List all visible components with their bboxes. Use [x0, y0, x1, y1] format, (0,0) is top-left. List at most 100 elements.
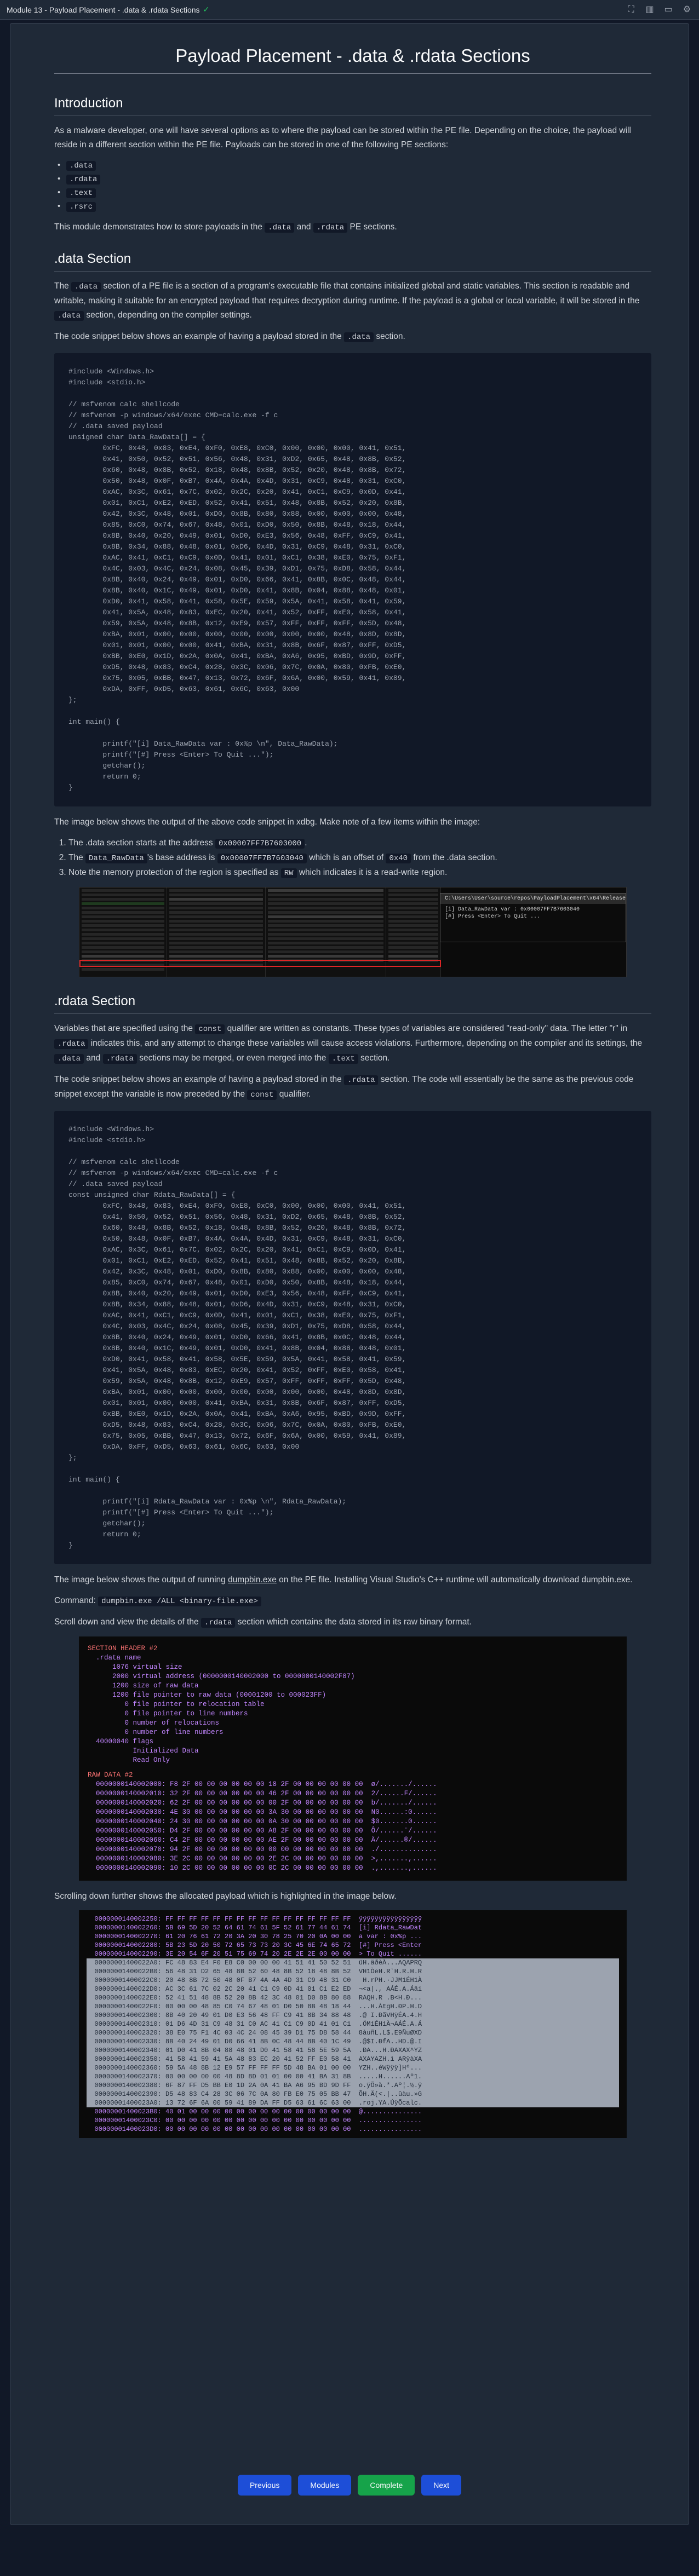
rdata-code-block[interactable]: #include <Windows.h> #include <stdio.h> …: [54, 1111, 651, 1564]
intro-section: Introduction As a malware developer, one…: [54, 96, 651, 235]
hex-row: 0000000140002250: FF FF FF FF FF FF FF F…: [87, 1915, 422, 1923]
hex-row-selected: 00000001400023A0: 13 72 6F 6A 00 59 41 8…: [87, 2099, 422, 2107]
hex-row-selected: 0000000140002340: 01 D0 41 8B 04 88 48 0…: [87, 2047, 422, 2054]
xdbg-paragraph: The image below shows the output of the …: [54, 817, 480, 827]
raw-data-row: 0000000140002060: C4 2F 00 00 00 00 00 0…: [88, 1836, 437, 1844]
section-header-title: SECTION HEADER #2: [88, 1645, 158, 1652]
dumpbin-line: 0 file pointer to relocation table: [88, 1701, 265, 1708]
console-line: [i] Data_RawData var : 0x00007FF7B760304…: [445, 907, 580, 913]
console-line: [#] Press <Enter> To Quit ...: [445, 914, 541, 920]
list-item: The Data_RawData's base address is 0x000…: [68, 851, 651, 866]
window-title: Module 13 - Payload Placement - .data & …: [7, 5, 209, 14]
data-section: .data Section The .data section of a PE …: [54, 251, 651, 977]
rdata-section-paragraph: Variables that are specified using the c…: [54, 1024, 643, 1064]
dumpbin-paragraph: The image below shows the output of runn…: [54, 1575, 633, 1584]
raw-data-row: 0000000140002090: 10 2C 00 00 00 00 00 0…: [88, 1864, 437, 1872]
list-item: .rdata: [54, 172, 651, 186]
raw-data-row: 0000000140002000: F8 2F 00 00 00 00 00 0…: [88, 1780, 437, 1788]
data-code-block[interactable]: #include <Windows.h> #include <stdio.h> …: [54, 353, 651, 806]
modules-button[interactable]: Modules: [298, 2475, 352, 2496]
xdbg-screenshot: C:\Users\User\source\repos\PayloadPlacem…: [79, 887, 627, 977]
dumpbin-line: 0 number of relocations: [88, 1719, 220, 1727]
raw-data-row: 0000000140002050: D4 2F 00 00 00 00 00 0…: [88, 1827, 437, 1835]
hex-row: 0000000140002280: 5B 23 5D 20 50 72 65 7…: [87, 1941, 422, 1949]
rdata-section: .rdata Section Variables that are specif…: [54, 994, 651, 2138]
section-name-code: .rdata: [66, 175, 101, 185]
dumpbin-line: 0 number of line numbers: [88, 1728, 224, 1736]
dumpbin-line: 1200 file pointer to raw data (00001200 …: [88, 1691, 326, 1699]
payload-paragraph: Scrolling down further shows the allocat…: [54, 1892, 397, 1901]
xdbg-notes-list: The .data section starts at the address …: [68, 836, 651, 880]
dumpbin-line: 1200 size of raw data: [88, 1682, 199, 1690]
hexdump-output: 0000000140002250: FF FF FF FF FF FF FF F…: [79, 1910, 627, 2138]
intro-paragraph: As a malware developer, one will have se…: [54, 126, 631, 149]
dumpbin-command: dumpbin.exe /ALL <binary-file.exe>: [98, 1597, 261, 1606]
pe-section-list: .data .rdata .text .rsrc: [54, 159, 651, 214]
intro-summary: This module demonstrates how to store pa…: [54, 222, 397, 233]
hex-row-selected: 0000000140002360: 59 5A 48 8B 12 E9 57 F…: [87, 2064, 422, 2072]
title-bar-actions: ⛶ ▥ ▭ ⚙: [626, 4, 692, 15]
hex-row: 00000001400023C0: 00 00 00 00 00 00 00 0…: [87, 2117, 422, 2124]
hex-row: 0000000140002290: 3E 20 54 6F 20 51 75 6…: [87, 1950, 422, 1958]
section-name-code: .rsrc: [66, 202, 96, 212]
command-line: Command: dumpbin.exe /ALL <binary-file.e…: [54, 1594, 651, 1609]
settings-icon[interactable]: ⚙: [681, 4, 692, 15]
hex-row-selected: 0000000140002330: 8B 40 24 49 01 D0 66 4…: [87, 2038, 422, 2045]
rdata-section-heading: .rdata Section: [54, 994, 651, 1014]
console-title: C:\Users\User\source\repos\PayloadPlacem…: [440, 894, 626, 904]
module-content: Payload Placement - .data & .rdata Secti…: [10, 24, 690, 2138]
raw-data-row: 0000000140002040: 24 30 00 00 00 00 00 0…: [88, 1818, 437, 1825]
raw-data-row: 0000000140002020: 62 2F 00 00 00 00 00 0…: [88, 1799, 437, 1807]
dumpbin-link[interactable]: dumpbin.exe: [228, 1575, 277, 1584]
previous-button[interactable]: Previous: [237, 2475, 292, 2496]
data-section-highlight: [79, 960, 441, 967]
hex-row: 00000001400023B0: 40 01 00 00 00 00 00 0…: [87, 2108, 422, 2116]
dumpbin-line: Read Only: [88, 1756, 170, 1764]
hex-row-selected: 0000000140002310: 01 D6 4D 31 C9 48 31 C…: [87, 2020, 422, 2028]
hex-row-selected: 00000001400022B0: 56 48 31 D2 65 48 8B 5…: [87, 1968, 422, 1975]
data-section-snippet-intro: The code snippet below shows an example …: [54, 332, 405, 342]
hex-row-selected: 00000001400022A0: FC 48 83 E4 F0 E8 C0 0…: [87, 1959, 422, 1967]
section-name-code: .data: [66, 161, 96, 171]
scroll-paragraph: Scroll down and view the details of the …: [54, 1617, 472, 1628]
section-name-code: .text: [66, 188, 96, 198]
raw-data-title: RAW DATA #2: [88, 1771, 133, 1779]
dumpbin-line: 2000 virtual address (0000000140002000 t…: [88, 1673, 355, 1680]
rdata-snippet-intro: The code snippet below shows an example …: [54, 1075, 634, 1100]
hex-row-selected: 0000000140002350: 41 58 41 59 41 5A 48 8…: [87, 2055, 422, 2063]
raw-data-row: 0000000140002030: 4E 30 00 00 00 00 00 0…: [88, 1808, 437, 1816]
list-item: .rsrc: [54, 200, 651, 214]
list-item: The .data section starts at the address …: [68, 836, 651, 851]
dumpbin-line: .rdata name: [88, 1654, 141, 1662]
intro-heading: Introduction: [54, 96, 651, 116]
completed-check-icon: ✓: [203, 5, 210, 14]
module-frame: Payload Placement - .data & .rdata Secti…: [10, 23, 689, 2525]
list-item: .text: [54, 186, 651, 200]
minimize-panel-icon[interactable]: ▭: [663, 4, 674, 15]
hex-row-selected: 00000001400022C0: 20 48 8B 72 50 48 0F B…: [87, 1976, 422, 1984]
title-bar: Module 13 - Payload Placement - .data & …: [0, 0, 699, 20]
complete-button[interactable]: Complete: [358, 2475, 415, 2496]
hex-row: 0000000140002270: 61 20 76 61 72 20 3A 2…: [87, 1933, 422, 1940]
split-view-icon[interactable]: ▥: [644, 4, 655, 15]
raw-data-row: 0000000140002080: 3E 2C 00 00 00 00 00 0…: [88, 1855, 437, 1863]
dumpbin-line: 40000040 flags: [88, 1738, 154, 1745]
dumpbin-output: SECTION HEADER #2 .rdata name 1076 virtu…: [79, 1636, 627, 1881]
payload-highlight: 00000001400022A0: FC 48 83 E4 F0 E8 C0 0…: [87, 1958, 619, 2107]
hex-row-selected: 0000000140002370: 00 00 00 00 00 48 8D 8…: [87, 2073, 422, 2081]
data-section-paragraph: The .data section of a PE file is a sect…: [54, 281, 640, 321]
hex-row: 0000000140002260: 5B 69 5D 20 52 64 61 7…: [87, 1924, 422, 1932]
data-section-heading: .data Section: [54, 251, 651, 272]
raw-data-row: 0000000140002010: 32 2F 00 00 00 00 00 0…: [88, 1790, 437, 1797]
module-navigation: Previous Modules Complete Next: [0, 2475, 699, 2496]
raw-data-row: 0000000140002070: 94 2F 00 00 00 00 00 0…: [88, 1846, 437, 1853]
console-window: C:\Users\User\source\repos\PayloadPlacem…: [440, 893, 626, 942]
page-title: Payload Placement - .data & .rdata Secti…: [54, 45, 651, 74]
window-title-text: Module 13 - Payload Placement - .data & …: [7, 5, 200, 14]
hex-row-selected: 0000000140002380: 6F 87 FF D5 BB E0 1D 2…: [87, 2082, 422, 2089]
next-button[interactable]: Next: [421, 2475, 462, 2496]
fullscreen-icon[interactable]: ⛶: [626, 4, 637, 15]
hex-row-selected: 00000001400022F0: 00 00 00 48 85 C0 74 6…: [87, 2003, 422, 2010]
hex-row-selected: 0000000140002300: 8B 40 20 49 01 D0 E3 5…: [87, 2012, 422, 2019]
list-item: .data: [54, 159, 651, 172]
